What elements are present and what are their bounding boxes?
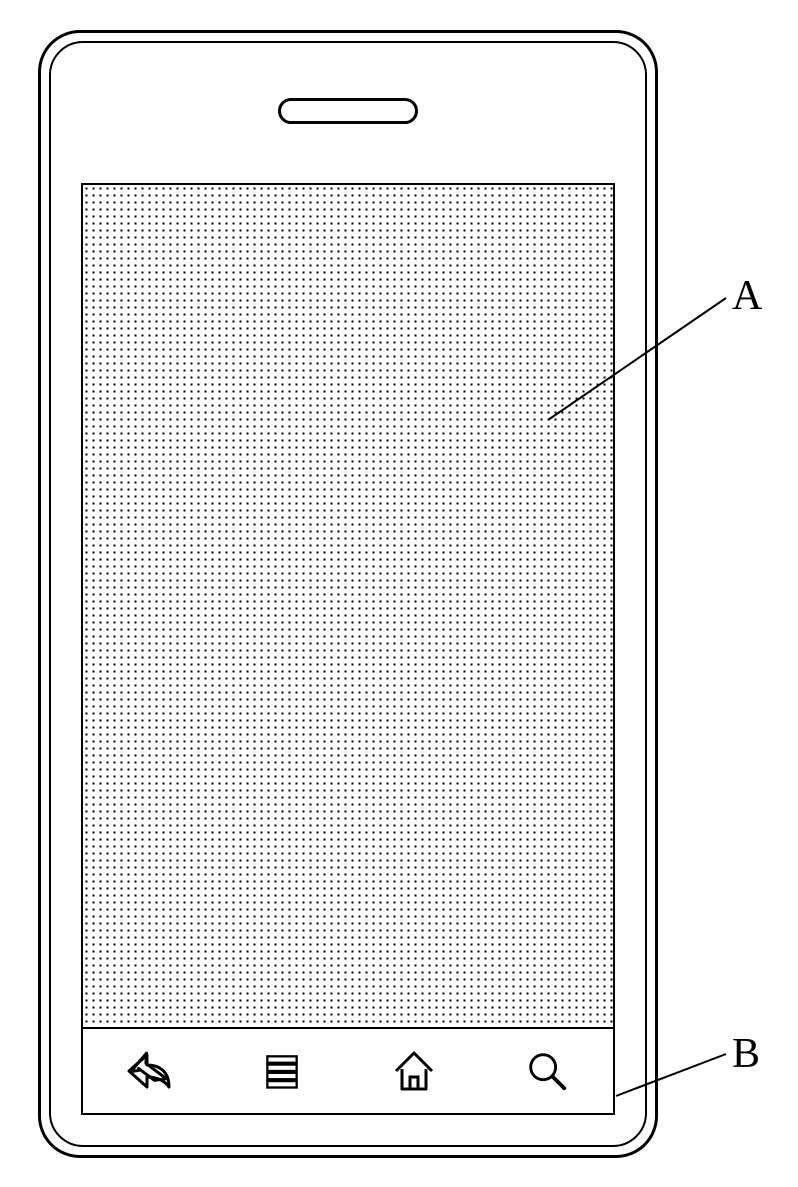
label-b: B [732,1030,760,1078]
leader-line-b [0,0,798,1187]
